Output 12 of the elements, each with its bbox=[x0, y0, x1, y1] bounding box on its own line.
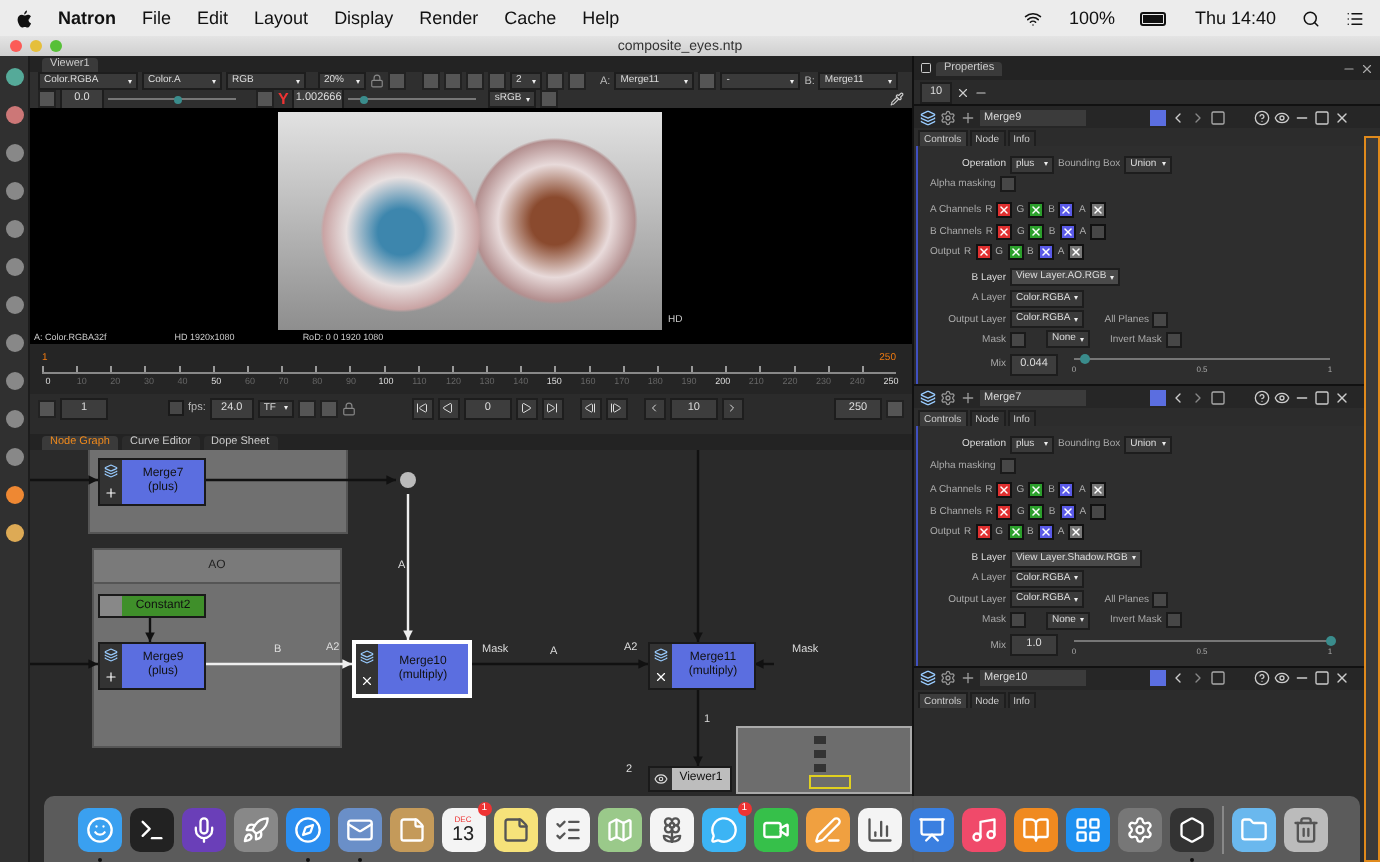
menu-item[interactable]: Help bbox=[582, 8, 620, 28]
menu-item[interactable]: Cache bbox=[504, 8, 557, 28]
battery-percentage: 100% bbox=[1068, 8, 1115, 28]
calendar-day: 13 bbox=[451, 823, 475, 845]
menu-item[interactable]: File bbox=[142, 8, 172, 28]
app-menu[interactable]: Natron bbox=[58, 8, 116, 28]
menu-item[interactable]: Render bbox=[419, 8, 479, 28]
menu-item[interactable]: Edit bbox=[197, 8, 229, 28]
clock: Thu 14:40 bbox=[1194, 8, 1276, 28]
gamma-label: Y bbox=[278, 90, 289, 108]
menu-item[interactable]: Layout bbox=[254, 8, 309, 28]
menu-item[interactable]: Display bbox=[334, 8, 394, 28]
